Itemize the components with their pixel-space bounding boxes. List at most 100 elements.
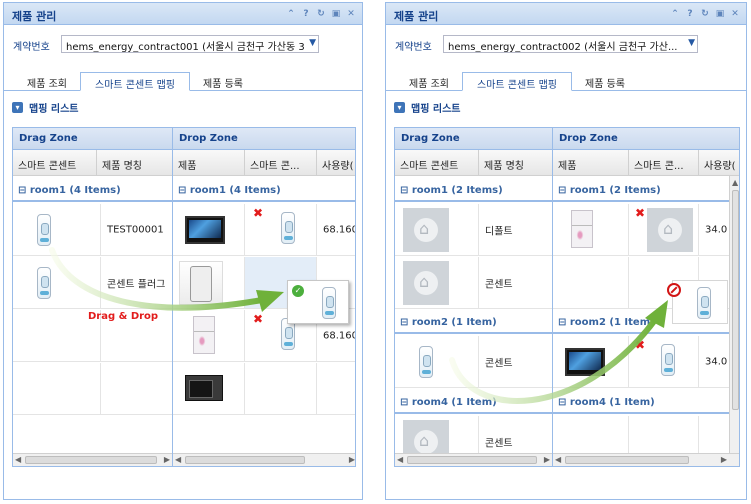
scroll-up-icon[interactable]: ▲	[732, 178, 738, 187]
group-label: room1 (2 Items)	[569, 185, 661, 196]
home-placeholder-icon[interactable]	[647, 208, 693, 252]
drag-row[interactable]: 콘센트	[395, 336, 552, 388]
drop-group-room1[interactable]: ⊟ room1 (2 Items)	[553, 178, 729, 202]
scroll-left-icon[interactable]: ◀	[175, 455, 181, 464]
tab-smart-outlet-mapping[interactable]: 스마트 콘센트 맵핑	[80, 72, 190, 91]
contract-select[interactable]: hems_energy_contract001 (서울시 금천구 가산동 3 ▼	[61, 35, 319, 53]
scroll-right-icon[interactable]: ▶	[349, 455, 355, 464]
drop-row[interactable]: ✖ 34.0	[553, 204, 739, 256]
group-label: room1 (2 Items)	[411, 185, 503, 196]
smart-outlet-image[interactable]	[37, 267, 51, 299]
smart-outlet-cell: ✖	[629, 204, 699, 255]
col-smart-outlet[interactable]: 스마트 콘센트	[395, 150, 479, 176]
horizontal-scrollbar[interactable]: ◀ ▶	[553, 453, 739, 466]
drop-row[interactable]: ✖ 34.0	[553, 336, 739, 388]
group-label: room2 (1 Item)	[569, 317, 655, 328]
tab-product-view[interactable]: 제품 조회	[16, 72, 78, 91]
tab-product-view[interactable]: 제품 조회	[398, 72, 460, 91]
scroll-thumb[interactable]	[732, 190, 739, 410]
scroll-left-icon[interactable]: ◀	[15, 455, 21, 464]
usage-cell	[317, 363, 355, 414]
usage-value: 68.160	[323, 224, 356, 235]
col-product-name[interactable]: 제품 명칭	[97, 150, 172, 176]
help-icon[interactable]: ?	[684, 8, 696, 20]
maximize-icon[interactable]: ▣	[330, 8, 342, 20]
scroll-left-icon[interactable]: ◀	[397, 455, 403, 464]
tab-smart-outlet-mapping[interactable]: 스마트 콘센트 맵핑	[462, 72, 572, 91]
smart-outlet-cell: ✖	[629, 336, 699, 387]
col-usage[interactable]: 사용량(	[699, 150, 739, 176]
horizontal-scrollbar[interactable]: ◀ ▶	[13, 453, 172, 466]
unmap-icon[interactable]: ✖	[253, 312, 263, 326]
vertical-scrollbar[interactable]: ▲	[729, 176, 739, 453]
close-icon[interactable]: ✕	[729, 8, 741, 20]
oven-image	[185, 375, 223, 401]
refresh-icon[interactable]: ↻	[699, 8, 711, 20]
smart-outlet-image[interactable]	[419, 346, 433, 378]
drag-row[interactable]: 콘센트 플러그	[13, 257, 172, 309]
drag-group-room4[interactable]: ⊟ room4 (1 Item)	[395, 390, 552, 414]
drag-row[interactable]: 콘센트	[395, 257, 552, 309]
collapse-toggle-icon[interactable]: ▾	[12, 101, 23, 113]
drag-row[interactable]: TEST00001	[13, 204, 172, 256]
horizontal-scrollbar[interactable]: ◀ ▶	[173, 453, 355, 466]
product-cell	[553, 204, 629, 255]
usage-cell: 68.160	[317, 204, 356, 255]
drop-row[interactable]	[173, 363, 355, 415]
col-smart-outlet[interactable]: 스마트 콘센트	[13, 150, 97, 176]
unmap-icon[interactable]: ✖	[635, 206, 645, 220]
unmap-icon[interactable]: ✖	[253, 206, 263, 220]
panel-title: 제품 관리	[12, 10, 57, 23]
scroll-thumb[interactable]	[25, 456, 157, 464]
collapse-icon[interactable]: ⌃	[285, 8, 297, 20]
collapse-toggle-icon[interactable]: ▾	[394, 101, 405, 113]
chevron-down-icon[interactable]: ▼	[688, 38, 695, 48]
col-product-name[interactable]: 제품 명칭	[479, 150, 552, 176]
drop-group-room4[interactable]: ⊟ room4 (1 Item)	[553, 390, 729, 414]
product-cell	[553, 257, 629, 308]
contract-select[interactable]: hems_energy_contract002 (서울시 금천구 가산... ▼	[443, 35, 698, 53]
col-usage[interactable]: 사용량(	[317, 150, 355, 176]
drop-group-room1[interactable]: ⊟ room1 (4 Items)	[173, 178, 355, 202]
drag-group-room1[interactable]: ⊟ room1 (2 Items)	[395, 178, 552, 202]
product-cell	[173, 204, 245, 255]
home-placeholder-icon[interactable]	[403, 208, 449, 252]
smart-outlet-image[interactable]	[281, 212, 295, 244]
smart-outlet-image[interactable]	[661, 344, 675, 376]
contract-value: hems_energy_contract002 (서울시 금천구 가산...	[448, 42, 678, 53]
drag-group-room2[interactable]: ⊟ room2 (1 Item)	[395, 310, 552, 334]
col-product[interactable]: 제품	[553, 150, 629, 176]
col-smart-outlet[interactable]: 스마트 콘...	[629, 150, 699, 176]
scroll-right-icon[interactable]: ▶	[164, 455, 170, 464]
usage-value: 68.160	[323, 330, 356, 341]
col-product[interactable]: 제품	[173, 150, 245, 176]
help-icon[interactable]: ?	[300, 8, 312, 20]
horizontal-scrollbar[interactable]: ◀ ▶	[395, 453, 552, 466]
drag-drop-label: Drag & Drop	[88, 311, 159, 322]
maximize-icon[interactable]: ▣	[714, 8, 726, 20]
tab-product-register[interactable]: 제품 등록	[574, 72, 636, 91]
scroll-right-icon[interactable]: ▶	[544, 455, 550, 464]
refresh-icon[interactable]: ↻	[315, 8, 327, 20]
smart-outlet-cell: ✖	[245, 204, 317, 255]
scroll-left-icon[interactable]: ◀	[555, 455, 561, 464]
tab-product-register[interactable]: 제품 등록	[192, 72, 254, 91]
collapse-icon[interactable]: ⌃	[669, 8, 681, 20]
drop-row[interactable]: ✖ 68.160	[173, 204, 356, 256]
close-icon[interactable]: ✕	[345, 8, 357, 20]
chevron-down-icon[interactable]: ▼	[309, 38, 316, 48]
group-label: room4 (1 Item)	[569, 397, 655, 408]
home-placeholder-icon[interactable]	[403, 261, 449, 305]
mapping-list-header: ▾ 맵핑 리스트	[12, 99, 78, 115]
col-smart-outlet[interactable]: 스마트 콘...	[245, 150, 317, 176]
scroll-thumb[interactable]	[407, 456, 537, 464]
scroll-right-icon[interactable]: ▶	[721, 455, 727, 464]
smart-outlet-image[interactable]	[37, 214, 51, 246]
scroll-thumb[interactable]	[565, 456, 689, 464]
contract-row: 계약번호 hems_energy_contract001 (서울시 금천구 가산…	[4, 31, 362, 57]
unmap-icon[interactable]: ✖	[635, 338, 645, 352]
scroll-thumb[interactable]	[185, 456, 305, 464]
drag-row[interactable]: 디폴트	[395, 204, 552, 256]
drag-group-room1[interactable]: ⊟ room1 (4 Items)	[13, 178, 172, 202]
mapping-list-title: 맵핑 리스트	[411, 103, 461, 115]
